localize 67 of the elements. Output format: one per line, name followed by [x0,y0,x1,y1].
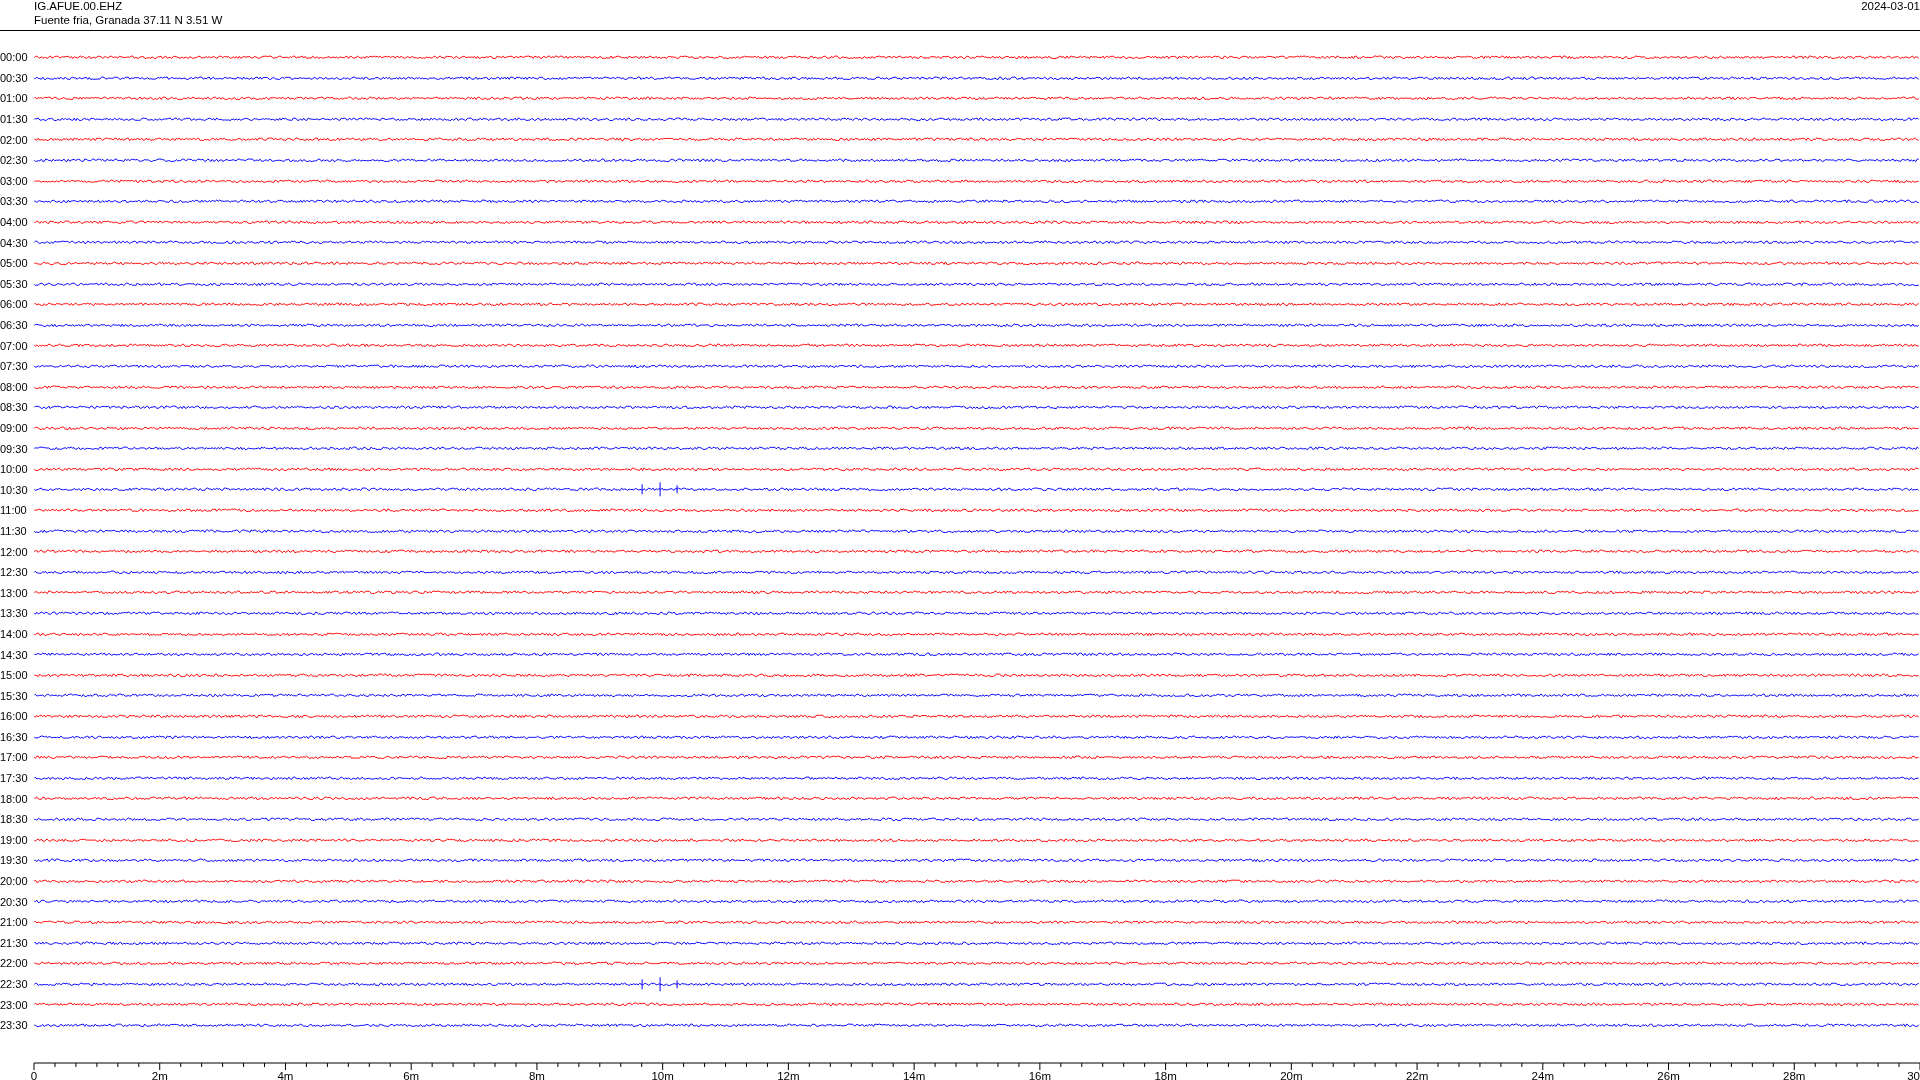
time-label: 05:30 [0,277,29,290]
axis-label: 30 [1907,1069,1920,1080]
time-label: 19:00 [0,833,29,846]
time-label: 10:00 [0,463,29,476]
time-label: 03:30 [0,195,29,208]
time-label: 15:30 [0,689,29,702]
time-label: 08:00 [0,380,29,393]
time-label: 20:30 [0,895,29,908]
time-label: 13:00 [0,586,29,599]
axis-label: 2m [151,1069,168,1080]
time-label: 18:30 [0,813,29,826]
axis-label: 6m [403,1069,420,1080]
time-label: 21:30 [0,936,29,949]
time-label: 23:00 [0,998,29,1011]
time-label: 11:00 [0,504,28,517]
time-label: 08:30 [0,401,29,414]
time-label: 09:00 [0,422,29,434]
time-label: 02:30 [0,154,29,167]
time-label: 09:30 [0,442,29,455]
time-label: 07:30 [0,360,29,373]
time-label: 14:00 [0,627,29,640]
time-label: 02:00 [0,133,29,146]
axis-label: 22m [1405,1069,1429,1080]
time-label: 00:30 [0,71,29,84]
axis-label: 28m [1783,1069,1806,1080]
station-location: Fuente fria, Granada 37.11 N 3.51 W [34,13,223,27]
axis-label: 18m [1154,1069,1177,1080]
time-label: 05:00 [0,257,29,270]
time-label: 22:30 [0,978,29,990]
plot-date: 2024-03-01 [1861,0,1920,14]
time-label: 14:30 [0,648,29,661]
axis-label: 0 [30,1069,38,1080]
axis-label: 20m [1280,1069,1303,1080]
time-label: 01:30 [0,113,29,126]
time-label: 20:00 [0,875,29,888]
time-label: 03:00 [0,174,29,187]
axis-label: 16m [1028,1069,1052,1080]
time-label: 04:00 [0,216,29,229]
station-code: IG.AFUE.00.EHZ [34,0,124,13]
time-label: 07:00 [0,339,29,352]
axis-label: 10m [651,1069,674,1080]
time-label: 06:00 [0,298,29,311]
time-label: 11:30 [0,524,28,537]
time-label: 16:30 [0,730,29,743]
axis-label: 12m [777,1069,800,1080]
time-label: 22:00 [0,957,29,970]
time-label: 15:00 [0,669,29,682]
time-label: 06:30 [0,319,29,331]
time-label: 21:00 [0,916,29,929]
time-label: 19:30 [0,854,29,867]
time-label: 04:30 [0,236,29,249]
axis-label: 24m [1531,1069,1554,1080]
time-label: 17:00 [0,751,29,764]
time-label: 16:00 [0,710,29,723]
time-label: 12:00 [0,545,29,558]
time-label: 17:30 [0,772,29,785]
time-label: 10:30 [0,483,29,496]
axis-label: 26m [1657,1069,1680,1080]
time-label: 23:30 [0,1019,29,1032]
time-label: 13:30 [0,607,29,620]
axis-label: 4m [277,1069,294,1080]
axis-label: 8m [528,1069,545,1080]
time-label: 00:00 [0,51,29,64]
time-label: 18:00 [0,792,29,805]
time-label: 12:30 [0,566,29,579]
time-label: 01:00 [0,92,29,105]
axis-label: 14m [902,1069,926,1080]
